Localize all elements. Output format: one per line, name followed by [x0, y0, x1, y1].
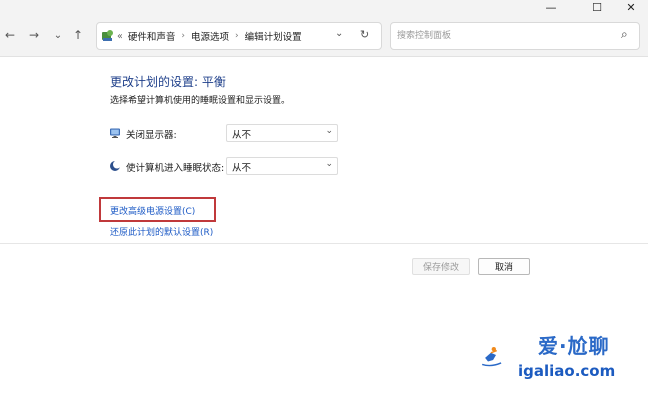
address-bar[interactable]: « 硬件和声音 › 电源选项 › 编辑计划设置 ⌄ ↻: [96, 22, 382, 50]
sleep-value: 从不: [232, 163, 252, 174]
search-input[interactable]: [397, 28, 617, 44]
breadcrumb-overflow-icon[interactable]: «: [117, 31, 123, 42]
restore-defaults-link[interactable]: 还原此计划的默认设置(R): [110, 225, 213, 238]
sleep-select[interactable]: 从不 ⌄: [226, 157, 338, 175]
chevron-right-icon: ›: [181, 31, 185, 41]
forward-button[interactable]: →: [26, 27, 42, 43]
page-title: 更改计划的设置: 平衡: [110, 75, 226, 89]
turn-off-display-label: 关闭显示器:: [126, 130, 177, 141]
search-box[interactable]: ⌕: [390, 22, 640, 50]
search-icon[interactable]: ⌕: [621, 27, 628, 42]
sleep-moon-icon: [110, 160, 121, 171]
breadcrumb-power-options[interactable]: 电源选项: [191, 29, 229, 43]
refresh-icon[interactable]: ↻: [360, 28, 369, 41]
address-dropdown-icon[interactable]: ⌄: [335, 28, 343, 39]
maximize-button[interactable]: ☐: [582, 0, 612, 14]
breadcrumb-hardware-sound[interactable]: 硬件和声音: [128, 29, 176, 43]
sleep-label: 使计算机进入睡眠状态:: [126, 163, 225, 174]
chevron-down-icon: ⌄: [325, 159, 333, 169]
breadcrumb-edit-plan-settings[interactable]: 编辑计划设置: [245, 29, 302, 43]
watermark-logo-icon: [481, 346, 502, 367]
back-button[interactable]: ←: [2, 27, 18, 43]
divider: [0, 243, 648, 244]
chevron-right-icon: ›: [234, 31, 239, 41]
title-bar: — ☐ ✕: [0, 0, 648, 16]
page-subtitle: 选择希望计算机使用的睡眠设置和显示设置。: [110, 96, 291, 106]
turn-off-display-select[interactable]: 从不 ⌄: [226, 124, 338, 142]
up-button[interactable]: ↑: [70, 27, 86, 43]
turn-off-display-value: 从不: [232, 130, 252, 141]
watermark-brand: 爱·尬聊: [538, 334, 610, 358]
chevron-down-icon: ⌄: [325, 126, 333, 136]
save-changes-button[interactable]: 保存修改: [412, 258, 470, 275]
minimize-button[interactable]: —: [536, 0, 566, 14]
monitor-icon: [110, 128, 120, 138]
cancel-button[interactable]: 取消: [478, 258, 530, 275]
recent-locations-button[interactable]: ⌄: [50, 27, 66, 43]
control-panel-icon: [102, 30, 113, 41]
close-button[interactable]: ✕: [616, 0, 646, 14]
watermark-url: igaliao.com: [518, 362, 616, 380]
advanced-power-settings-link[interactable]: 更改高级电源设置(C): [110, 204, 195, 217]
